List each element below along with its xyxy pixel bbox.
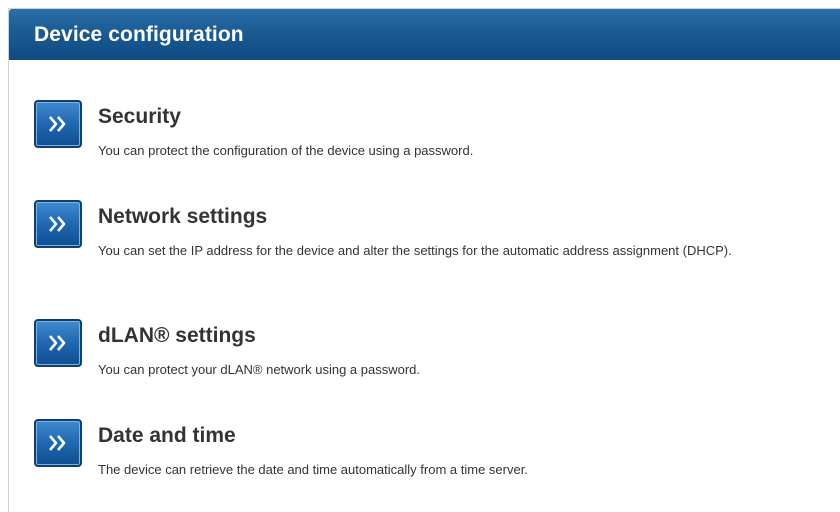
date-and-time-title[interactable]: Date and time <box>98 424 236 448</box>
double-chevron-right-icon <box>49 116 66 132</box>
dlan-settings-open-button[interactable] <box>34 319 82 367</box>
double-chevron-right-icon <box>49 435 66 451</box>
network-settings-open-button[interactable] <box>34 200 82 248</box>
date-and-time-open-button[interactable] <box>34 419 82 467</box>
device-configuration-panel: Device configuration Security You can pr… <box>8 8 840 512</box>
security-description: You can protect the configuration of the… <box>98 143 474 158</box>
dlan-settings-title[interactable]: dLAN® settings <box>98 324 256 348</box>
dlan-settings-description: You can protect your dLAN® network using… <box>98 362 420 377</box>
double-chevron-right-icon <box>49 216 66 232</box>
date-and-time-description: The device can retrieve the date and tim… <box>98 462 528 477</box>
security-open-button[interactable] <box>34 100 82 148</box>
page-title: Device configuration <box>34 22 244 46</box>
security-title[interactable]: Security <box>98 105 181 129</box>
panel-header: Device configuration <box>9 9 840 60</box>
double-chevron-right-icon <box>49 335 66 351</box>
network-settings-description: You can set the IP address for the devic… <box>98 243 732 258</box>
network-settings-title[interactable]: Network settings <box>98 205 267 229</box>
